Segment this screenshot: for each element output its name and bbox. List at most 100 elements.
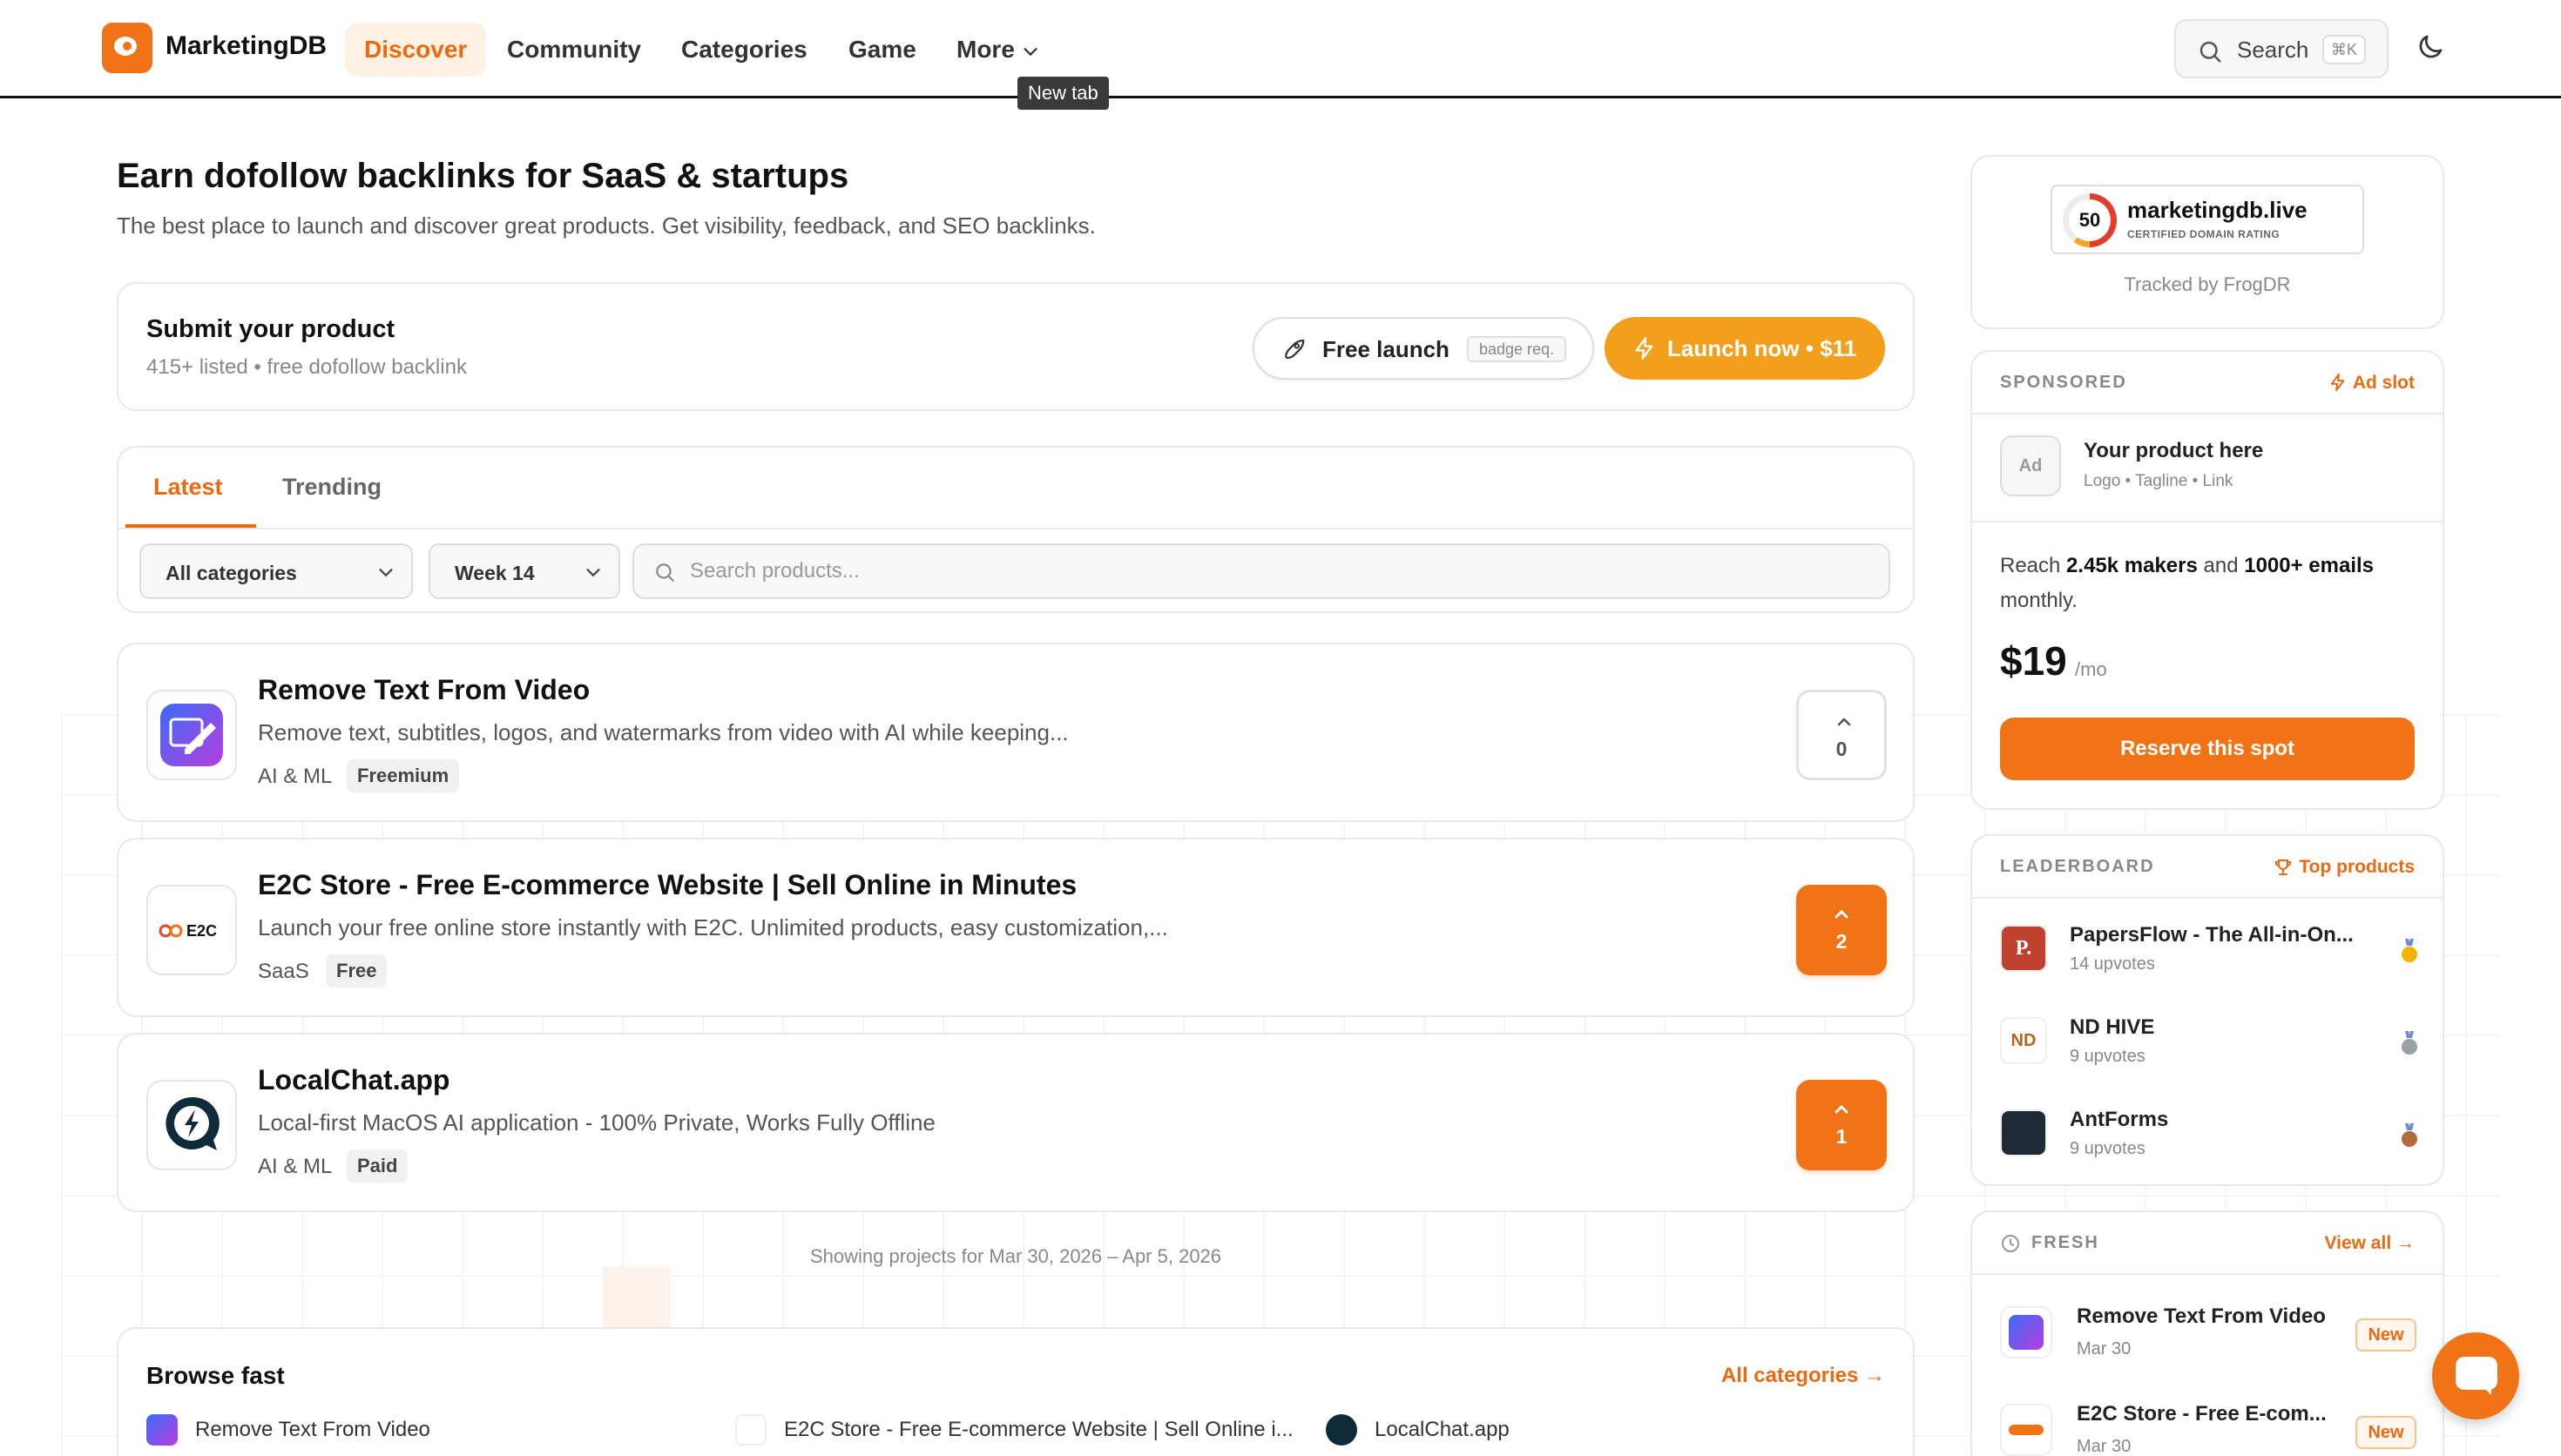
- nav-game[interactable]: Game: [829, 23, 936, 77]
- leaderboard-votes: 9 upvotes: [2070, 1139, 2145, 1158]
- domain-rating-ring: 50: [2063, 193, 2117, 247]
- product-logo: [2000, 1109, 2047, 1156]
- ad-slot-label: Ad slot: [2352, 373, 2415, 393]
- leaderboard-row[interactable]: ND ND HIVE 9 upvotes: [2000, 1010, 2418, 1071]
- brand-logo[interactable]: [102, 23, 152, 73]
- view-all-link[interactable]: View all →: [2325, 1233, 2416, 1254]
- product-category[interactable]: AI & ML: [258, 765, 332, 789]
- fresh-item-name: E2C Store - Free E-com...: [2077, 1402, 2327, 1426]
- product-logo: P.: [2000, 925, 2047, 972]
- brand-name[interactable]: MarketingDB: [166, 31, 327, 61]
- all-categories-link[interactable]: All categories →: [1721, 1364, 1885, 1388]
- fresh-item[interactable]: E2C Store - Free E-com... Mar 30 New: [2000, 1399, 2418, 1456]
- e2c-logo-icon: E2C: [159, 922, 217, 940]
- divider: [1972, 413, 2443, 415]
- fresh-item-date: Mar 30: [2077, 1437, 2132, 1456]
- submit-meta: 415+ listed • free dofollow backlink: [146, 355, 467, 379]
- browse-fast-title: Browse fast: [146, 1362, 285, 1389]
- tab-trending[interactable]: Trending: [282, 474, 382, 501]
- page-title: Earn dofollow backlinks for SaaS & start…: [117, 157, 849, 195]
- rocket-icon: [1285, 339, 1305, 360]
- product-description: Local-first MacOS AI application - 100% …: [258, 1109, 936, 1136]
- leaderboard-row[interactable]: P. PapersFlow - The All-in-On... 14 upvo…: [2000, 918, 2418, 979]
- svg-text:E2C: E2C: [186, 922, 217, 940]
- week-select[interactable]: Week 14: [429, 543, 620, 599]
- nav-more[interactable]: More: [937, 23, 1067, 77]
- product-description: Remove text, subtitles, logos, and water…: [258, 719, 1069, 745]
- product-category[interactable]: SaaS: [258, 960, 309, 984]
- nav-categories[interactable]: Categories: [662, 23, 827, 77]
- reach-emails: 1000+ emails: [2244, 554, 2375, 577]
- product-logo: E2C: [146, 885, 237, 975]
- leaderboard-product-name: AntForms: [2070, 1108, 2169, 1131]
- leaderboard-card: LEADERBOARD Top products P. PapersFlow -…: [1970, 834, 2444, 1186]
- clock-icon: [2002, 1235, 2019, 1252]
- product-card[interactable]: Remove Text From Video Remove text, subt…: [117, 643, 1915, 822]
- upvote-button[interactable]: 1: [1796, 1080, 1887, 1170]
- moon-icon[interactable]: [2415, 31, 2446, 63]
- video-edit-logo-icon: [146, 1414, 178, 1446]
- nav-community[interactable]: Community: [488, 23, 660, 77]
- free-launch-button[interactable]: Free launch badge req.: [1253, 317, 1594, 380]
- top-products-link[interactable]: Top products: [2275, 857, 2415, 878]
- upvote-count: 2: [1835, 930, 1848, 953]
- leaderboard-product-name: ND HIVE: [2070, 1015, 2155, 1039]
- page-subtitle: The best place to launch and discover gr…: [117, 212, 1096, 239]
- product-card[interactable]: LocalChat.app Local-first MacOS AI appli…: [117, 1033, 1915, 1212]
- launch-now-button[interactable]: Launch now • $11: [1605, 317, 1885, 380]
- pricing-badge: Paid: [347, 1149, 409, 1183]
- tabs-divider: [118, 528, 1913, 529]
- feed-filters-card: Latest Trending All categories Week 14: [117, 446, 1915, 613]
- nav-discover[interactable]: Discover: [345, 23, 487, 77]
- category-select[interactable]: All categories: [139, 543, 413, 599]
- chat-icon-tail: [2481, 1385, 2491, 1395]
- new-tab-tooltip: New tab: [1017, 77, 1109, 110]
- product-category[interactable]: AI & ML: [258, 1155, 332, 1179]
- divider: [1972, 1273, 2443, 1275]
- product-title[interactable]: LocalChat.app: [258, 1064, 449, 1096]
- chevron-down-icon: [1024, 48, 1037, 57]
- week-select-value: Week 14: [455, 562, 535, 584]
- video-edit-logo-icon: [2009, 1315, 2044, 1350]
- localchat-logo-icon: [1326, 1414, 1357, 1446]
- trophy-icon: [2275, 859, 2292, 875]
- search-button[interactable]: Search ⌘K: [2174, 19, 2389, 78]
- product-title[interactable]: Remove Text From Video: [258, 674, 590, 706]
- product-title[interactable]: E2C Store - Free E-commerce Website | Se…: [258, 869, 1077, 901]
- tracked-by-text: Tracked by FrogDR: [2124, 273, 2291, 295]
- search-button-label: Search: [2237, 37, 2309, 63]
- fresh-item[interactable]: Remove Text From Video Mar 30 New: [2000, 1301, 2418, 1371]
- ad-placeholder-meta: Logo • Tagline • Link: [2084, 472, 2233, 490]
- product-search-input[interactable]: [690, 556, 1822, 587]
- upvote-arrow-icon: [1835, 909, 1848, 919]
- nav-more-label: More: [956, 36, 1015, 63]
- product-logo: [146, 690, 237, 780]
- browse-item-label: E2C Store - Free E-commerce Website | Se…: [784, 1418, 1294, 1441]
- bronze-medal-icon: [2402, 1123, 2417, 1147]
- sponsored-card: SPONSORED Ad slot Ad Your product here L…: [1970, 350, 2444, 810]
- reserve-spot-button[interactable]: Reserve this spot: [2000, 718, 2415, 780]
- chat-button[interactable]: [2432, 1332, 2519, 1419]
- domain-rating-card: 50 marketingdb.live CERTIFIED DOMAIN RAT…: [1970, 155, 2444, 329]
- fresh-item-date: Mar 30: [2077, 1339, 2132, 1358]
- leaderboard-row[interactable]: AntForms 9 upvotes: [2000, 1102, 2418, 1163]
- tab-latest[interactable]: Latest: [153, 474, 223, 501]
- product-card[interactable]: E2C E2C Store - Free E-commerce Website …: [117, 838, 1915, 1017]
- upvote-button[interactable]: 2: [1796, 885, 1887, 975]
- upvote-button[interactable]: 0: [1796, 690, 1887, 780]
- top-navbar: MarketingDB Discover Community Categorie…: [0, 0, 2561, 98]
- domain-name: marketingdb.live: [2127, 197, 2308, 223]
- domain-rating-badge[interactable]: 50 marketingdb.live CERTIFIED DOMAIN RAT…: [2051, 185, 2364, 254]
- upvote-arrow-icon: [1835, 1104, 1848, 1114]
- browse-item-label: Remove Text From Video: [195, 1418, 430, 1441]
- reach-text: Reach 2.45k makers and 1000+ emails mont…: [2000, 554, 2375, 612]
- video-edit-logo-icon: [160, 704, 223, 766]
- submit-product-card: Submit your product 415+ listed • free d…: [117, 282, 1915, 411]
- fresh-item-name: Remove Text From Video: [2077, 1304, 2326, 1328]
- product-search-field[interactable]: [632, 543, 1890, 599]
- localchat-logo-icon: [166, 1096, 220, 1150]
- product-logo: [146, 1080, 237, 1170]
- ad-slot-link[interactable]: Ad slot: [2330, 373, 2415, 394]
- browse-item-label: LocalChat.app: [1375, 1418, 1510, 1441]
- top-products-label: Top products: [2299, 857, 2415, 877]
